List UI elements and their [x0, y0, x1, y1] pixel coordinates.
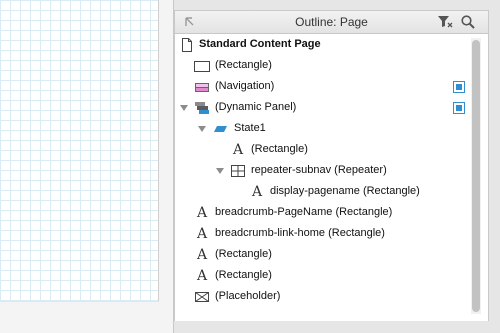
- design-canvas[interactable]: [0, 0, 159, 301]
- page-icon: [182, 38, 192, 52]
- outline-item-repeater[interactable]: repeater-subnav (Repeater): [175, 161, 471, 181]
- chevron-down-icon[interactable]: [197, 124, 207, 134]
- outline-item-state[interactable]: State1: [175, 119, 471, 139]
- text-icon: A: [196, 205, 208, 221]
- interaction-flag-icon[interactable]: [453, 81, 465, 93]
- text-icon: A: [196, 247, 208, 263]
- outline-item-breadcrumb-pagename[interactable]: A breadcrumb-PageName (Rectangle): [175, 203, 471, 223]
- search-icon[interactable]: [460, 14, 476, 30]
- window-footer: [174, 321, 500, 333]
- outline-item-label: (Rectangle): [215, 248, 272, 260]
- filter-icon[interactable]: [437, 14, 453, 30]
- outline-item-label: (Navigation): [215, 80, 275, 92]
- outline-panel-header: Outline: Page: [175, 11, 488, 34]
- outline-item-rectangle[interactable]: A (Rectangle): [175, 266, 471, 286]
- dynamic-panel-icon: [195, 102, 209, 114]
- outline-scrollbar[interactable]: [471, 38, 481, 314]
- outline-item-navigation[interactable]: (Navigation): [175, 77, 471, 97]
- outline-item-label: (Rectangle): [215, 59, 272, 71]
- outline-item-label: display-pagename (Rectangle): [270, 185, 420, 197]
- outline-item-label: (Rectangle): [215, 269, 272, 281]
- outline-item-label: Standard Content Page: [199, 38, 321, 50]
- navigation-icon: [195, 83, 209, 92]
- outline-item-rectangle[interactable]: A (Rectangle): [175, 140, 471, 160]
- state-icon: [214, 126, 227, 132]
- outline-item-display-pagename[interactable]: A display-pagename (Rectangle): [175, 182, 471, 202]
- outline-item-label: breadcrumb-PageName (Rectangle): [215, 206, 393, 218]
- outline-item-rectangle[interactable]: (Rectangle): [175, 56, 471, 76]
- placeholder-icon: [195, 292, 209, 302]
- outline-item-label: (Rectangle): [251, 143, 308, 155]
- outline-item-label: repeater-subnav (Repeater): [251, 164, 387, 176]
- outline-item-label: (Placeholder): [215, 290, 281, 302]
- canvas-footer: [0, 302, 159, 333]
- canvas-scrollbar-track[interactable]: [159, 0, 174, 333]
- outline-item-page[interactable]: Standard Content Page: [175, 35, 471, 55]
- outline-item-placeholder[interactable]: (Placeholder): [175, 287, 471, 307]
- interaction-flag-icon[interactable]: [453, 102, 465, 114]
- outline-panel: Outline: Page Standard Content Page (Rec…: [174, 10, 489, 323]
- outline-item-label: State1: [234, 122, 266, 134]
- outline-item-breadcrumb-link-home[interactable]: A breadcrumb-link-home (Rectangle): [175, 224, 471, 244]
- chevron-down-icon[interactable]: [179, 103, 189, 113]
- chevron-down-icon[interactable]: [215, 166, 225, 176]
- outline-item-dynamic-panel[interactable]: (Dynamic Panel): [175, 98, 471, 118]
- text-icon: A: [196, 226, 208, 242]
- scrollbar-thumb[interactable]: [472, 40, 480, 312]
- text-icon: A: [232, 142, 244, 158]
- repeater-icon: [231, 165, 245, 177]
- outline-item-rectangle[interactable]: A (Rectangle): [175, 245, 471, 265]
- outline-item-label: breadcrumb-link-home (Rectangle): [215, 227, 385, 239]
- text-icon: A: [196, 268, 208, 284]
- outline-item-label: (Dynamic Panel): [215, 101, 297, 113]
- text-icon: A: [251, 184, 263, 200]
- rectangle-icon: [194, 61, 210, 72]
